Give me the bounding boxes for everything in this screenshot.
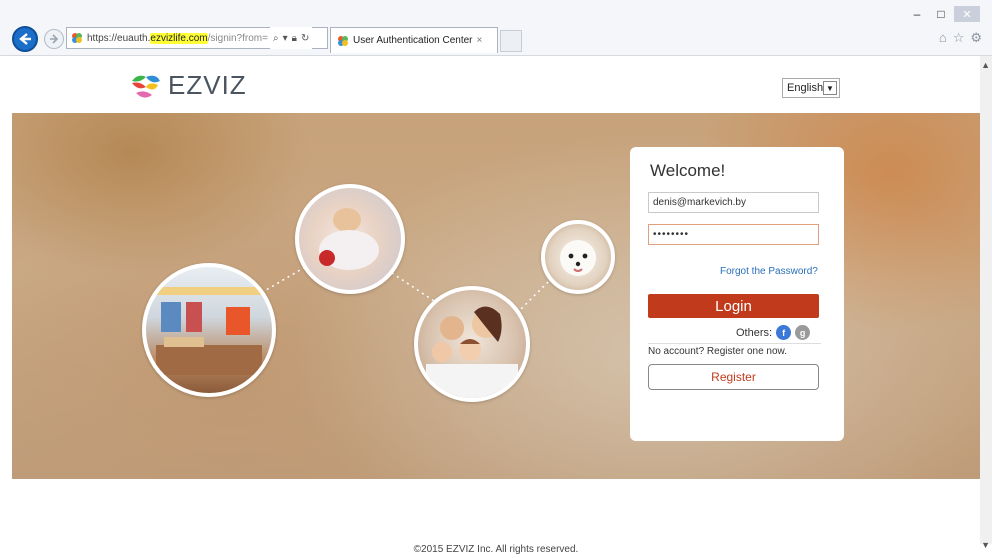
tab-title: User Authentication Center	[353, 35, 473, 46]
ezviz-logo-mark-icon	[132, 75, 160, 98]
close-window-button[interactable]: ✕	[954, 6, 980, 22]
family-illustration	[426, 306, 518, 398]
forward-arrow-icon	[50, 34, 59, 44]
lock-icon[interactable]: 🔒︎	[292, 33, 297, 44]
password-field[interactable]: ••••••••	[648, 224, 819, 245]
email-field[interactable]: denis@markevich.by	[648, 192, 819, 213]
address-tools: ⌕ ▾ 🔒︎ ↻	[270, 27, 313, 49]
tab-close-icon[interactable]: ×	[477, 35, 483, 46]
minimize-button[interactable]: –	[906, 6, 928, 22]
chevron-down-icon: ▼	[823, 81, 837, 95]
language-select[interactable]: English ▼	[782, 78, 840, 98]
back-arrow-icon	[19, 33, 31, 45]
forward-button[interactable]	[44, 29, 64, 49]
ezviz-logo[interactable]: EZVIZ	[128, 70, 247, 101]
tab-favicon	[338, 35, 348, 46]
photo-dog	[541, 220, 615, 294]
browser-chrome: https://euauth. ezvizlife.com/signin?from…	[0, 0, 992, 56]
new-tab-button[interactable]	[500, 30, 522, 52]
url-domain-highlight: ezvizlife.com	[150, 32, 208, 44]
photo-sleeping-baby	[295, 184, 405, 294]
google-plus-icon[interactable]: g	[795, 325, 811, 340]
window-controls: – □ ✕	[906, 6, 980, 22]
clothing-store-illustration	[156, 287, 262, 375]
footer-copyright: ©2015 EZVIZ Inc. All rights reserved.	[413, 544, 579, 555]
others-label: Others:	[736, 326, 773, 339]
social-login-row: Others: f g	[736, 325, 811, 340]
home-icon[interactable]: ⌂	[939, 30, 947, 46]
back-button[interactable]	[12, 26, 38, 52]
card-divider	[648, 343, 821, 344]
facebook-icon[interactable]: f	[776, 325, 792, 340]
url-suffix: /signin?from=	[207, 32, 268, 44]
photo-family	[414, 286, 530, 402]
welcome-heading: Welcome!	[650, 161, 726, 180]
language-value: English	[787, 82, 824, 94]
scroll-up-icon[interactable]: ▲	[981, 60, 990, 70]
scrollbar[interactable]	[980, 56, 992, 544]
dog-illustration	[560, 240, 596, 276]
maximize-button[interactable]: □	[930, 6, 952, 22]
dropdown-icon[interactable]: ▾	[283, 33, 288, 44]
photo-clothing-store	[142, 263, 276, 397]
forgot-password-link[interactable]: Forgot the Password?	[720, 266, 818, 277]
browser-right-tools: ⌂ ☆ ⚙	[939, 30, 982, 46]
no-account-text: No account? Register one now.	[648, 346, 787, 357]
refresh-icon[interactable]: ↻	[301, 33, 309, 44]
login-button[interactable]: Login	[648, 294, 819, 318]
site-favicon	[72, 33, 82, 43]
gear-icon[interactable]: ⚙	[970, 30, 982, 46]
search-icon[interactable]: ⌕	[273, 33, 279, 44]
url-prefix: https://euauth.	[87, 32, 151, 44]
register-button[interactable]: Register	[648, 364, 819, 390]
baby-illustration	[319, 208, 379, 270]
tab-user-authentication[interactable]: User Authentication Center ×	[330, 27, 498, 53]
star-icon[interactable]: ☆	[953, 30, 965, 46]
logo-wordmark: EZVIZ	[168, 70, 247, 100]
